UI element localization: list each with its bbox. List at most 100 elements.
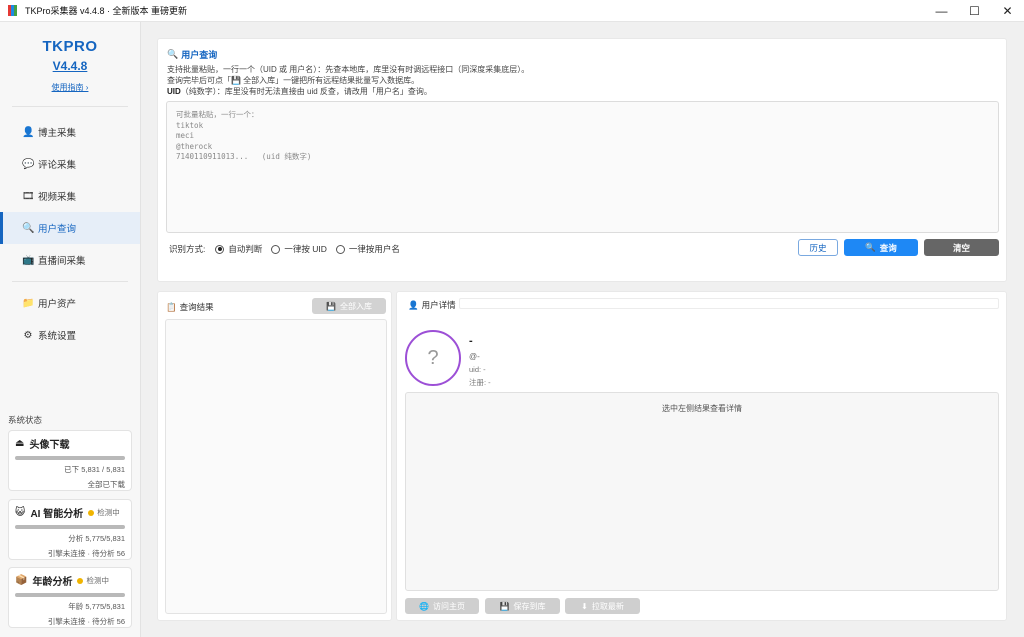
window-title: TKPro采集器 v4.4.8 · 全新版本 重磅更新 <box>25 6 188 16</box>
status-badge: 检测中 <box>88 507 120 518</box>
list-icon: 📋 <box>166 301 177 312</box>
radio-username[interactable]: 一律按用户名 <box>335 243 400 255</box>
user-uid: uid: - <box>469 365 486 374</box>
video-icon: 🎞 <box>22 190 35 202</box>
button-label: 拉取最新 <box>591 601 624 611</box>
search-icon: 🔍 <box>865 242 876 252</box>
results-panel: 📋 查询结果 💾 全部入库 <box>157 291 392 621</box>
sidebar: TKPRO V4.4.8 使用指南 › 👤 博主采集 💬 评论采集 🎞 视频采集… <box>0 22 141 637</box>
nav-label: 系统设置 <box>38 331 77 342</box>
desc-uid-text: （纯数字）：库里没有时无法直接由 uid 反查，请改用「用户名」查询。 <box>180 87 432 96</box>
results-list[interactable] <box>165 319 387 614</box>
desc-line-1: 支持批量粘贴，一行一个（UID 或 用户名）：先查本地库，库里没有时调远程接口（… <box>167 65 530 74</box>
user-handle: @- <box>469 352 480 361</box>
button-label: 访问主页 <box>432 601 465 611</box>
version-link[interactable]: V4.4.8 <box>0 59 140 73</box>
card-progress-text: 年龄 5,775/5,831 <box>68 602 125 611</box>
app-logo-icon <box>7 4 19 17</box>
card-status-text: 引擎未连接 · 待分析 56 <box>47 549 125 558</box>
search-icon: 🔍 <box>167 49 179 59</box>
nav-live-collect[interactable]: 📺 直播间采集 <box>0 244 140 276</box>
save-icon: 💾 <box>499 601 510 611</box>
gear-icon: ⚙ <box>23 329 33 341</box>
import-all-button[interactable]: 💾 全部入库 <box>312 298 386 314</box>
system-status-label: 系统状态 <box>8 415 43 425</box>
panel-title-text: 用户详情 <box>421 300 456 310</box>
card-progress-text: 已下 5,831 / 5,831 <box>64 465 125 474</box>
desc-line-2: 查询完毕后可点「💾 全部入库」一键把所有远程结果批量写入数据库。 <box>167 76 420 85</box>
avatar: ? <box>405 330 461 386</box>
card-status-text: 引擎未连接 · 待分析 56 <box>47 617 125 626</box>
panel-title-text: 用户查询 <box>181 50 218 60</box>
minimize-button[interactable]: — <box>925 0 958 22</box>
avatar-download-card: ⏏ 头像下载 已下 5,831 / 5,831 全部已下载 <box>8 430 132 491</box>
save-to-db-button[interactable]: 💾 保存到库 <box>485 598 560 614</box>
nav-label: 视频采集 <box>38 192 77 203</box>
query-textarea[interactable]: 可批量粘贴，一行一个： tiktok meci @therock 7140110… <box>166 101 999 233</box>
query-panel-title: 🔍 用户查询 <box>167 48 217 61</box>
detail-panel: 👤 用户详情 ? - @- uid: - 注册: - 选中左侧结果查看详情 🌐 … <box>396 291 1007 621</box>
nav-blogger-collect[interactable]: 👤 博主采集 <box>0 116 140 148</box>
progress-bar <box>15 593 125 597</box>
download-icon: ⬇ <box>581 601 588 611</box>
mode-selector: 识别方式: 自动判断 一律按 UID 一律按用户名 <box>169 243 409 255</box>
nav-label: 直播间采集 <box>38 256 86 267</box>
download-icon: ⏏ <box>15 438 25 449</box>
comment-icon: 💬 <box>22 158 35 170</box>
query-description: 支持批量粘贴，一行一个（UID 或 用户名）：先查本地库，库里没有时调远程接口（… <box>167 64 529 97</box>
search-button-label: 查询 <box>879 242 897 253</box>
visit-homepage-button[interactable]: 🌐 访问主页 <box>405 598 479 614</box>
desc-line-3: UID（纯数字）：库里没有时无法直接由 uid 反查，请改用「用户名」查询。 <box>167 86 529 97</box>
title-bar: TKPro采集器 v4.4.8 · 全新版本 重磅更新 — ☐ ✕ <box>0 0 1024 22</box>
nav-user-query[interactable]: 🔍 用户查询 <box>0 212 140 244</box>
radio-uid[interactable]: 一律按 UID <box>271 243 327 255</box>
radio-auto[interactable]: 自动判断 <box>215 243 262 255</box>
user-icon: 👤 <box>408 299 419 310</box>
save-icon: 💾 <box>326 301 336 311</box>
search-button[interactable]: 🔍 查询 <box>844 239 918 256</box>
nav-label: 评论采集 <box>38 160 77 171</box>
query-panel: 🔍 用户查询 支持批量粘贴，一行一个（UID 或 用户名）：先查本地库，库里没有… <box>157 38 1007 282</box>
nav-comment-collect[interactable]: 💬 评论采集 <box>0 148 140 180</box>
box-icon: 📦 <box>15 575 28 586</box>
card-progress-text: 分析 5,775/5,831 <box>68 534 125 543</box>
user-icon: 👤 <box>22 126 35 138</box>
close-button[interactable]: ✕ <box>991 0 1024 22</box>
panel-title-text: 查询结果 <box>179 302 214 312</box>
clear-button[interactable]: 清空 <box>924 239 999 256</box>
globe-icon: 🌐 <box>419 601 429 611</box>
nav-user-assets[interactable]: 📁 用户资产 <box>0 287 140 319</box>
guide-link[interactable]: 使用指南 › <box>0 82 140 93</box>
detail-title: 👤 用户详情 <box>408 299 456 311</box>
ai-analysis-card: 😺 AI 智能分析 检测中 分析 5,775/5,831 引擎未连接 · 待分析… <box>8 499 132 560</box>
card-title: 头像下载 <box>29 440 70 451</box>
nav-label: 用户资产 <box>38 299 77 310</box>
brand-name: TKPRO <box>42 38 98 55</box>
status-badge: 检测中 <box>77 575 109 586</box>
radio-label: 一律按 UID <box>284 244 327 254</box>
radio-circle <box>215 244 225 254</box>
card-title: 年龄分析 <box>32 577 73 588</box>
results-title: 📋 查询结果 <box>166 301 214 313</box>
progress-bar <box>15 456 125 460</box>
maximize-button[interactable]: ☐ <box>958 0 991 22</box>
search-icon: 🔍 <box>22 222 35 234</box>
badge-label: 检测中 <box>86 576 109 585</box>
folder-icon: 📁 <box>22 297 35 309</box>
age-analysis-card: 📦 年龄分析 检测中 年龄 5,775/5,831 引擎未连接 · 待分析 56 <box>8 567 132 628</box>
fetch-latest-button[interactable]: ⬇ 拉取最新 <box>565 598 640 614</box>
history-button[interactable]: 历史 <box>798 239 838 256</box>
live-icon: 📺 <box>22 254 35 266</box>
desc-uid-label: UID <box>167 87 181 96</box>
robot-icon: 😺 <box>15 507 26 518</box>
detail-hint: 选中左侧结果查看详情 <box>662 404 742 413</box>
nav-video-collect[interactable]: 🎞 视频采集 <box>0 180 140 212</box>
card-title: AI 智能分析 <box>30 509 84 520</box>
nav-settings[interactable]: ⚙ 系统设置 <box>0 319 140 351</box>
detail-content-box: 选中左侧结果查看详情 <box>405 392 999 591</box>
radio-label: 一律按用户名 <box>348 244 400 254</box>
radio-circle <box>335 244 345 254</box>
button-label: 保存到库 <box>513 601 546 611</box>
user-register-date: 注册: - <box>469 378 491 387</box>
status-dot <box>77 577 84 584</box>
